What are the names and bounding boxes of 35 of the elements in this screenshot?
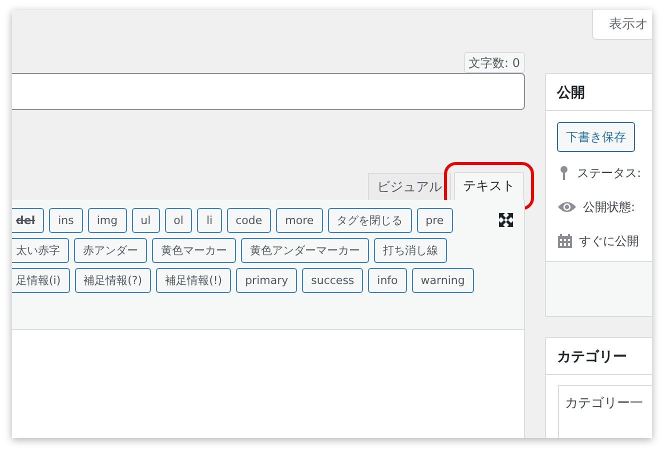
quicktag-button[interactable]: success: [302, 268, 364, 293]
quicktag-button[interactable]: 黄色マーカー: [152, 238, 236, 263]
quicktag-button[interactable]: warning: [412, 268, 474, 293]
quicktag-button[interactable]: 打ち消し線: [374, 238, 447, 263]
quicktag-button[interactable]: 黄色アンダーマーカー: [241, 238, 369, 263]
quicktag-button[interactable]: ol: [164, 208, 192, 233]
save-draft-button[interactable]: 下書き保存: [557, 122, 635, 152]
quicktag-button[interactable]: 補足情報(!): [156, 268, 232, 293]
quicktag-button[interactable]: pre: [416, 208, 453, 233]
quicktag-button[interactable]: img: [88, 208, 127, 233]
fullscreen-icon[interactable]: [498, 212, 514, 228]
word-count: 文字数: 0: [464, 52, 525, 73]
editor-tab[interactable]: ビジュアル: [368, 173, 451, 200]
quicktag-button[interactable]: 太い赤字: [12, 238, 69, 263]
quicktag-button[interactable]: 補足情報(?): [74, 268, 152, 293]
schedule-label: すぐに公開: [579, 233, 639, 250]
visibility-label: 公開状態:: [583, 199, 636, 216]
quicktag-button[interactable]: del: [12, 208, 44, 233]
panel-title: カテゴリー: [546, 338, 652, 375]
screen-options-tab[interactable]: 表示オ: [592, 10, 652, 40]
quicktag-button[interactable]: info: [368, 268, 407, 293]
quicktag-button[interactable]: li: [197, 208, 222, 233]
quicktag-button[interactable]: 足情報(i): [12, 268, 70, 293]
quicktag-button[interactable]: code: [226, 208, 272, 233]
quicktag-button[interactable]: primary: [236, 268, 298, 293]
panel-title: 公開: [546, 74, 652, 111]
title-field[interactable]: [12, 73, 525, 110]
quicktag-button[interactable]: タグを閉じる: [328, 208, 412, 233]
status-label: ステータス:: [577, 165, 642, 182]
quicktag-button[interactable]: more: [276, 208, 323, 233]
quicktag-button[interactable]: ins: [49, 208, 83, 233]
quicktag-button[interactable]: ul: [132, 208, 160, 233]
calendar-icon: [557, 233, 573, 249]
quicktag-button[interactable]: 赤アンダー: [74, 238, 147, 263]
eye-icon: [557, 200, 577, 214]
